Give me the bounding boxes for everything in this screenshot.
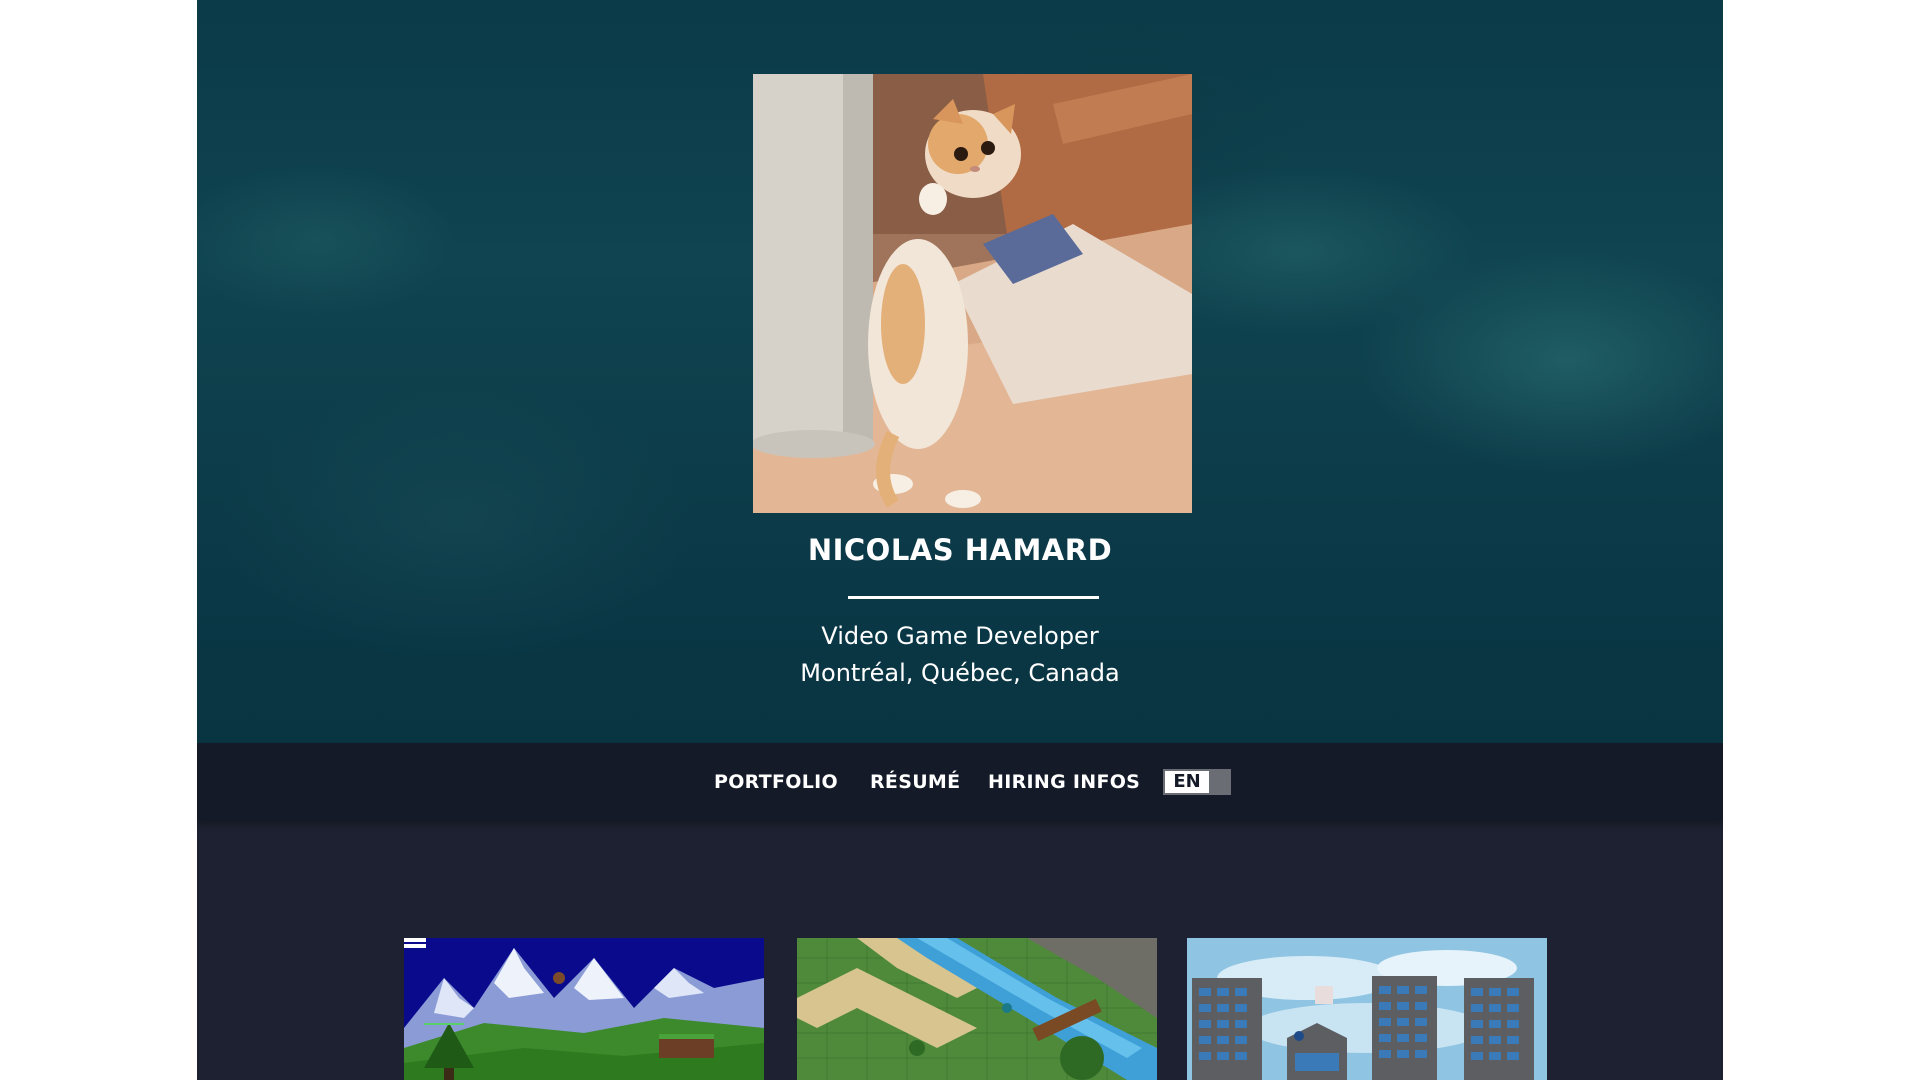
portfolio-thumbnail-3[interactable] [1187, 938, 1547, 1080]
portfolio-thumbnail-1[interactable] [404, 938, 764, 1080]
title-divider [848, 596, 1099, 599]
profile-name: NICOLAS HAMARD [807, 533, 1113, 567]
nav-hiring-infos-link[interactable]: HIRING INFOS [988, 771, 1140, 793]
mountain-platformer-game-thumbnail [404, 938, 764, 1080]
page: NICOLAS HAMARD Video Game Developer Mont… [197, 0, 1723, 1080]
isometric-tile-game-thumbnail [797, 938, 1157, 1080]
profile-role: Video Game Developer [821, 622, 1099, 650]
language-toggle[interactable]: EN [1163, 769, 1231, 795]
main-navigation: PORTFOLIO RÉSUMÉ HIRING INFOS EN [197, 743, 1723, 821]
language-label: EN [1165, 771, 1209, 793]
nav-resume-link[interactable]: RÉSUMÉ [870, 771, 960, 793]
nav-portfolio-link[interactable]: PORTFOLIO [714, 771, 838, 793]
portfolio-thumbnail-2[interactable] [797, 938, 1157, 1080]
profile-photo [753, 74, 1192, 513]
profile-location: Montréal, Québec, Canada [800, 659, 1120, 687]
hero-header: NICOLAS HAMARD Video Game Developer Mont… [197, 0, 1723, 743]
city-buildings-game-thumbnail [1187, 938, 1547, 1080]
